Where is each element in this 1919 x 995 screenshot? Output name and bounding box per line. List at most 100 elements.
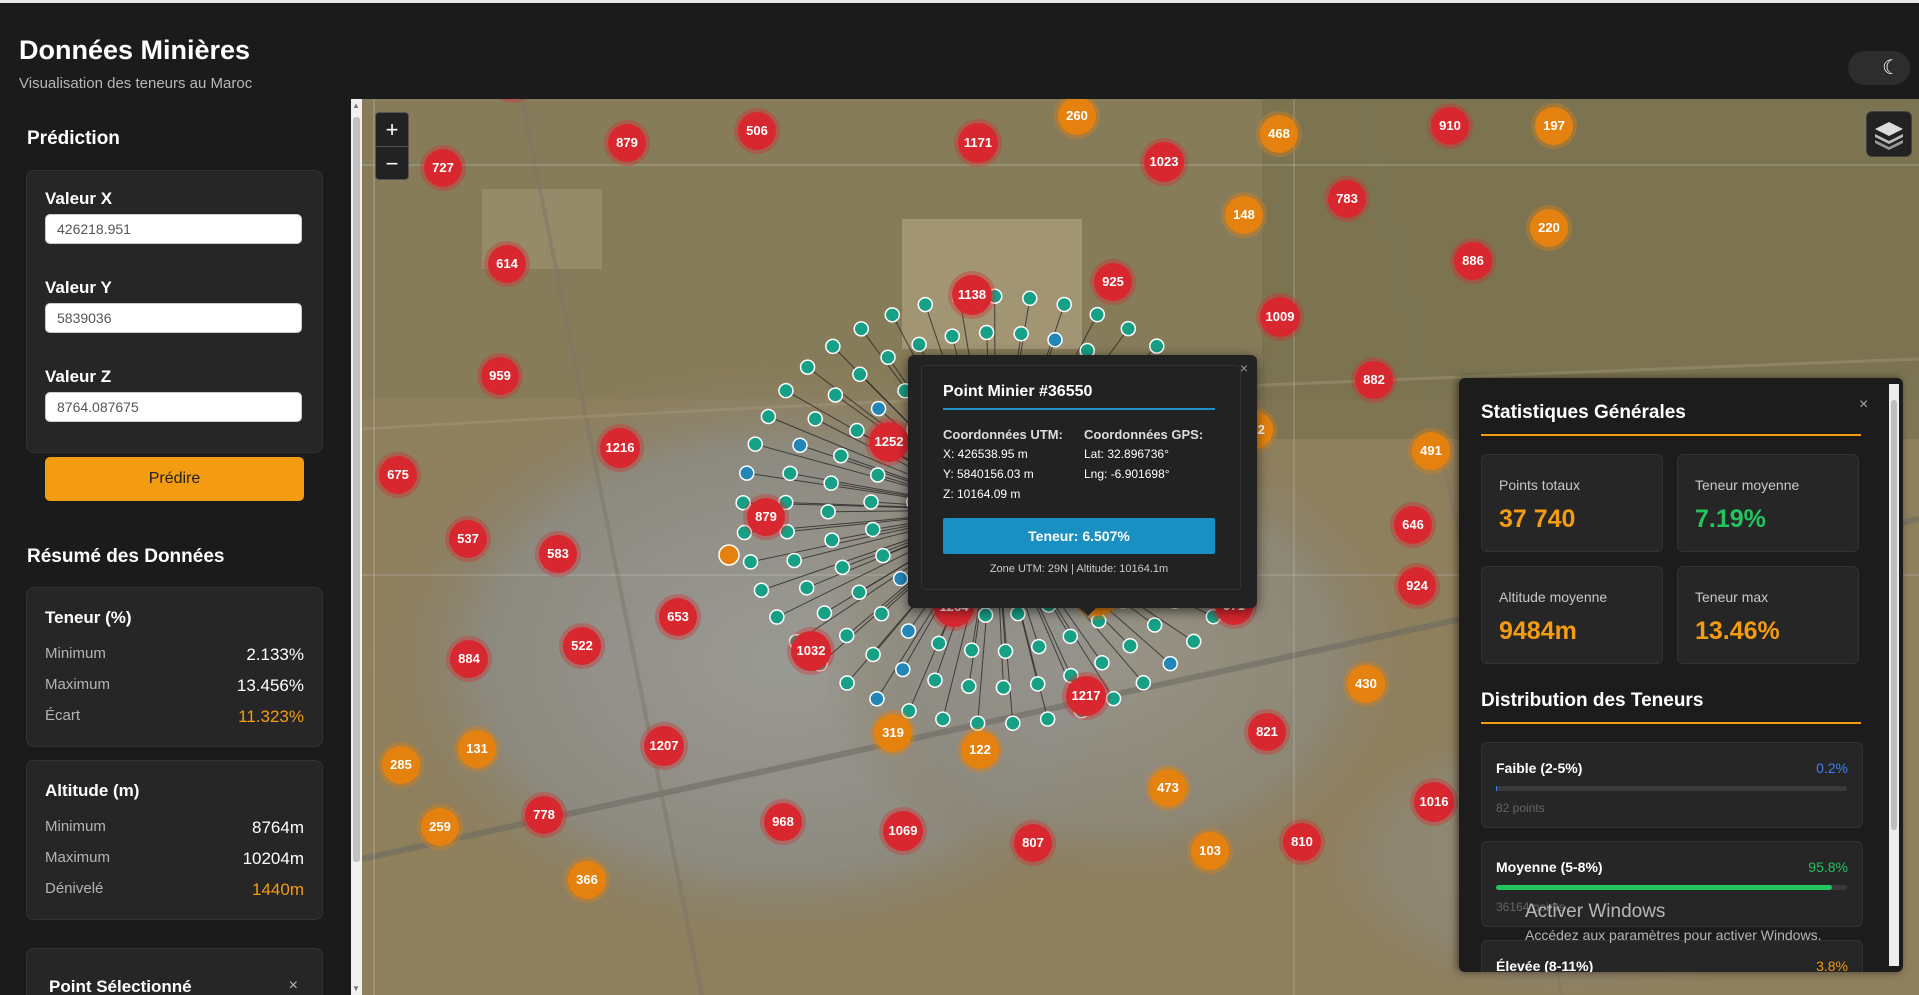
spider-point[interactable]: [834, 559, 851, 576]
spider-point[interactable]: [742, 554, 759, 570]
cluster-marker-red[interactable]: 1023: [1144, 142, 1184, 182]
spider-point[interactable]: [799, 359, 816, 375]
spider-point[interactable]: [820, 503, 836, 520]
spider-point[interactable]: [935, 711, 951, 727]
cluster-marker-orange[interactable]: 319: [874, 714, 912, 752]
spider-point[interactable]: [853, 321, 870, 337]
scroll-down-arrow-icon[interactable]: ▼: [352, 984, 360, 993]
spider-point[interactable]: [1135, 675, 1152, 691]
spider-point[interactable]: [900, 623, 917, 639]
cluster-marker-red[interactable]: 506: [738, 112, 776, 150]
spider-point[interactable]: [807, 411, 823, 427]
spider-point[interactable]: [977, 607, 994, 623]
cluster-marker-red[interactable]: 821: [1248, 713, 1286, 751]
cluster-marker-red[interactable]: 1069: [883, 811, 923, 851]
spider-point[interactable]: [1047, 332, 1063, 348]
spider-point[interactable]: [1089, 306, 1106, 323]
spider-point[interactable]: [824, 532, 840, 548]
spider-point[interactable]: [969, 715, 986, 731]
scroll-up-arrow-icon[interactable]: ▲: [352, 101, 360, 110]
spider-point[interactable]: [995, 679, 1012, 696]
cluster-marker-red[interactable]: 783: [1328, 180, 1366, 218]
spider-point[interactable]: [978, 324, 995, 341]
spider-point[interactable]: [931, 635, 947, 652]
spider-point[interactable]: [961, 678, 977, 695]
spider-point[interactable]: [786, 552, 802, 569]
layers-button[interactable]: [1866, 111, 1912, 157]
spider-point[interactable]: [825, 338, 841, 355]
spider-point[interactable]: [1039, 711, 1056, 727]
spider-point[interactable]: [1162, 655, 1178, 672]
popup-close-button[interactable]: ×: [1240, 360, 1248, 376]
cluster-marker-red[interactable]: 537: [449, 520, 487, 558]
cluster-marker-red[interactable]: 675: [379, 456, 417, 494]
spider-point[interactable]: [865, 521, 881, 538]
cluster-marker-red[interactable]: 1207: [644, 726, 684, 766]
spider-point[interactable]: [827, 387, 844, 403]
spider-point[interactable]: [1005, 715, 1021, 731]
spider-point[interactable]: [1013, 325, 1029, 342]
cluster-marker-red[interactable]: 778: [525, 796, 563, 834]
spider-point[interactable]: [884, 307, 901, 323]
spider-point[interactable]: [880, 349, 896, 366]
cluster-marker-red[interactable]: 959: [481, 357, 519, 395]
cluster-marker-red[interactable]: 884: [450, 640, 488, 678]
spider-point[interactable]: [798, 580, 815, 596]
cluster-marker-orange[interactable]: 259: [421, 808, 459, 846]
spider-point[interactable]: [911, 336, 927, 353]
spider-point[interactable]: [1146, 617, 1163, 633]
selected-close-button[interactable]: ×: [289, 977, 298, 995]
cluster-marker-orange[interactable]: 103: [1191, 832, 1229, 870]
stats-scrollbar[interactable]: [1889, 384, 1899, 966]
z-input[interactable]: [45, 392, 302, 422]
spider-point[interactable]: [875, 547, 891, 564]
cluster-marker-red[interactable]: 807: [1014, 824, 1052, 862]
spider-point[interactable]: [823, 475, 839, 491]
spider-point[interactable]: [997, 643, 1014, 660]
cluster-marker-red[interactable]: 910: [1431, 107, 1469, 145]
spider-point[interactable]: [1029, 676, 1046, 692]
spider-point[interactable]: [778, 382, 794, 399]
cluster-marker-red[interactable]: 1171: [958, 123, 998, 163]
cluster-marker-red[interactable]: 924: [1398, 567, 1436, 605]
spider-point[interactable]: [863, 494, 879, 510]
zoom-in-button[interactable]: +: [376, 113, 408, 147]
spider-point[interactable]: [869, 691, 885, 707]
spider-point[interactable]: [1120, 320, 1137, 337]
spider-point[interactable]: [816, 605, 833, 621]
cluster-marker-orange[interactable]: 197: [1535, 107, 1573, 145]
cluster-marker-red[interactable]: 882: [1355, 361, 1393, 399]
cluster-marker-orange[interactable]: 366: [568, 861, 606, 899]
cluster-marker-red[interactable]: 879: [747, 498, 785, 536]
spider-point[interactable]: [869, 467, 886, 483]
cluster-marker-red[interactable]: 1138: [952, 275, 992, 315]
stats-close-button[interactable]: ×: [1859, 396, 1868, 414]
cluster-marker-red[interactable]: 925: [1094, 263, 1132, 301]
spider-point[interactable]: [769, 609, 785, 625]
spider-point[interactable]: [852, 366, 868, 383]
spider-point[interactable]: [865, 646, 881, 663]
cluster-marker-red[interactable]: 583: [539, 535, 577, 573]
spider-point[interactable]: [849, 422, 865, 439]
zoom-out-button[interactable]: −: [376, 147, 408, 180]
y-input[interactable]: [45, 303, 302, 333]
cluster-marker-red[interactable]: 1016: [1414, 782, 1454, 822]
spider-point[interactable]: [895, 661, 911, 678]
spider-point[interactable]: [901, 703, 917, 719]
spider-point[interactable]: [1149, 338, 1165, 354]
spider-point[interactable]: [870, 400, 887, 417]
cluster-marker-red[interactable]: 1217: [1066, 676, 1106, 716]
spider-point[interactable]: [1094, 654, 1110, 671]
predict-button[interactable]: Prédire: [45, 457, 304, 501]
spider-point[interactable]: [782, 465, 798, 482]
cluster-marker-red[interactable]: 1009: [1260, 297, 1300, 337]
spider-point[interactable]: [747, 436, 764, 452]
cluster-marker-orange[interactable]: 220: [1530, 209, 1568, 247]
spider-point[interactable]: [1105, 690, 1122, 707]
spider-point[interactable]: [1031, 638, 1047, 655]
cluster-marker-red[interactable]: 1032: [791, 631, 831, 671]
spider-point[interactable]: [739, 465, 755, 481]
spider-point[interactable]: [917, 296, 934, 313]
spider-point[interactable]: [792, 437, 808, 453]
cluster-marker-orange[interactable]: 122: [961, 731, 999, 769]
